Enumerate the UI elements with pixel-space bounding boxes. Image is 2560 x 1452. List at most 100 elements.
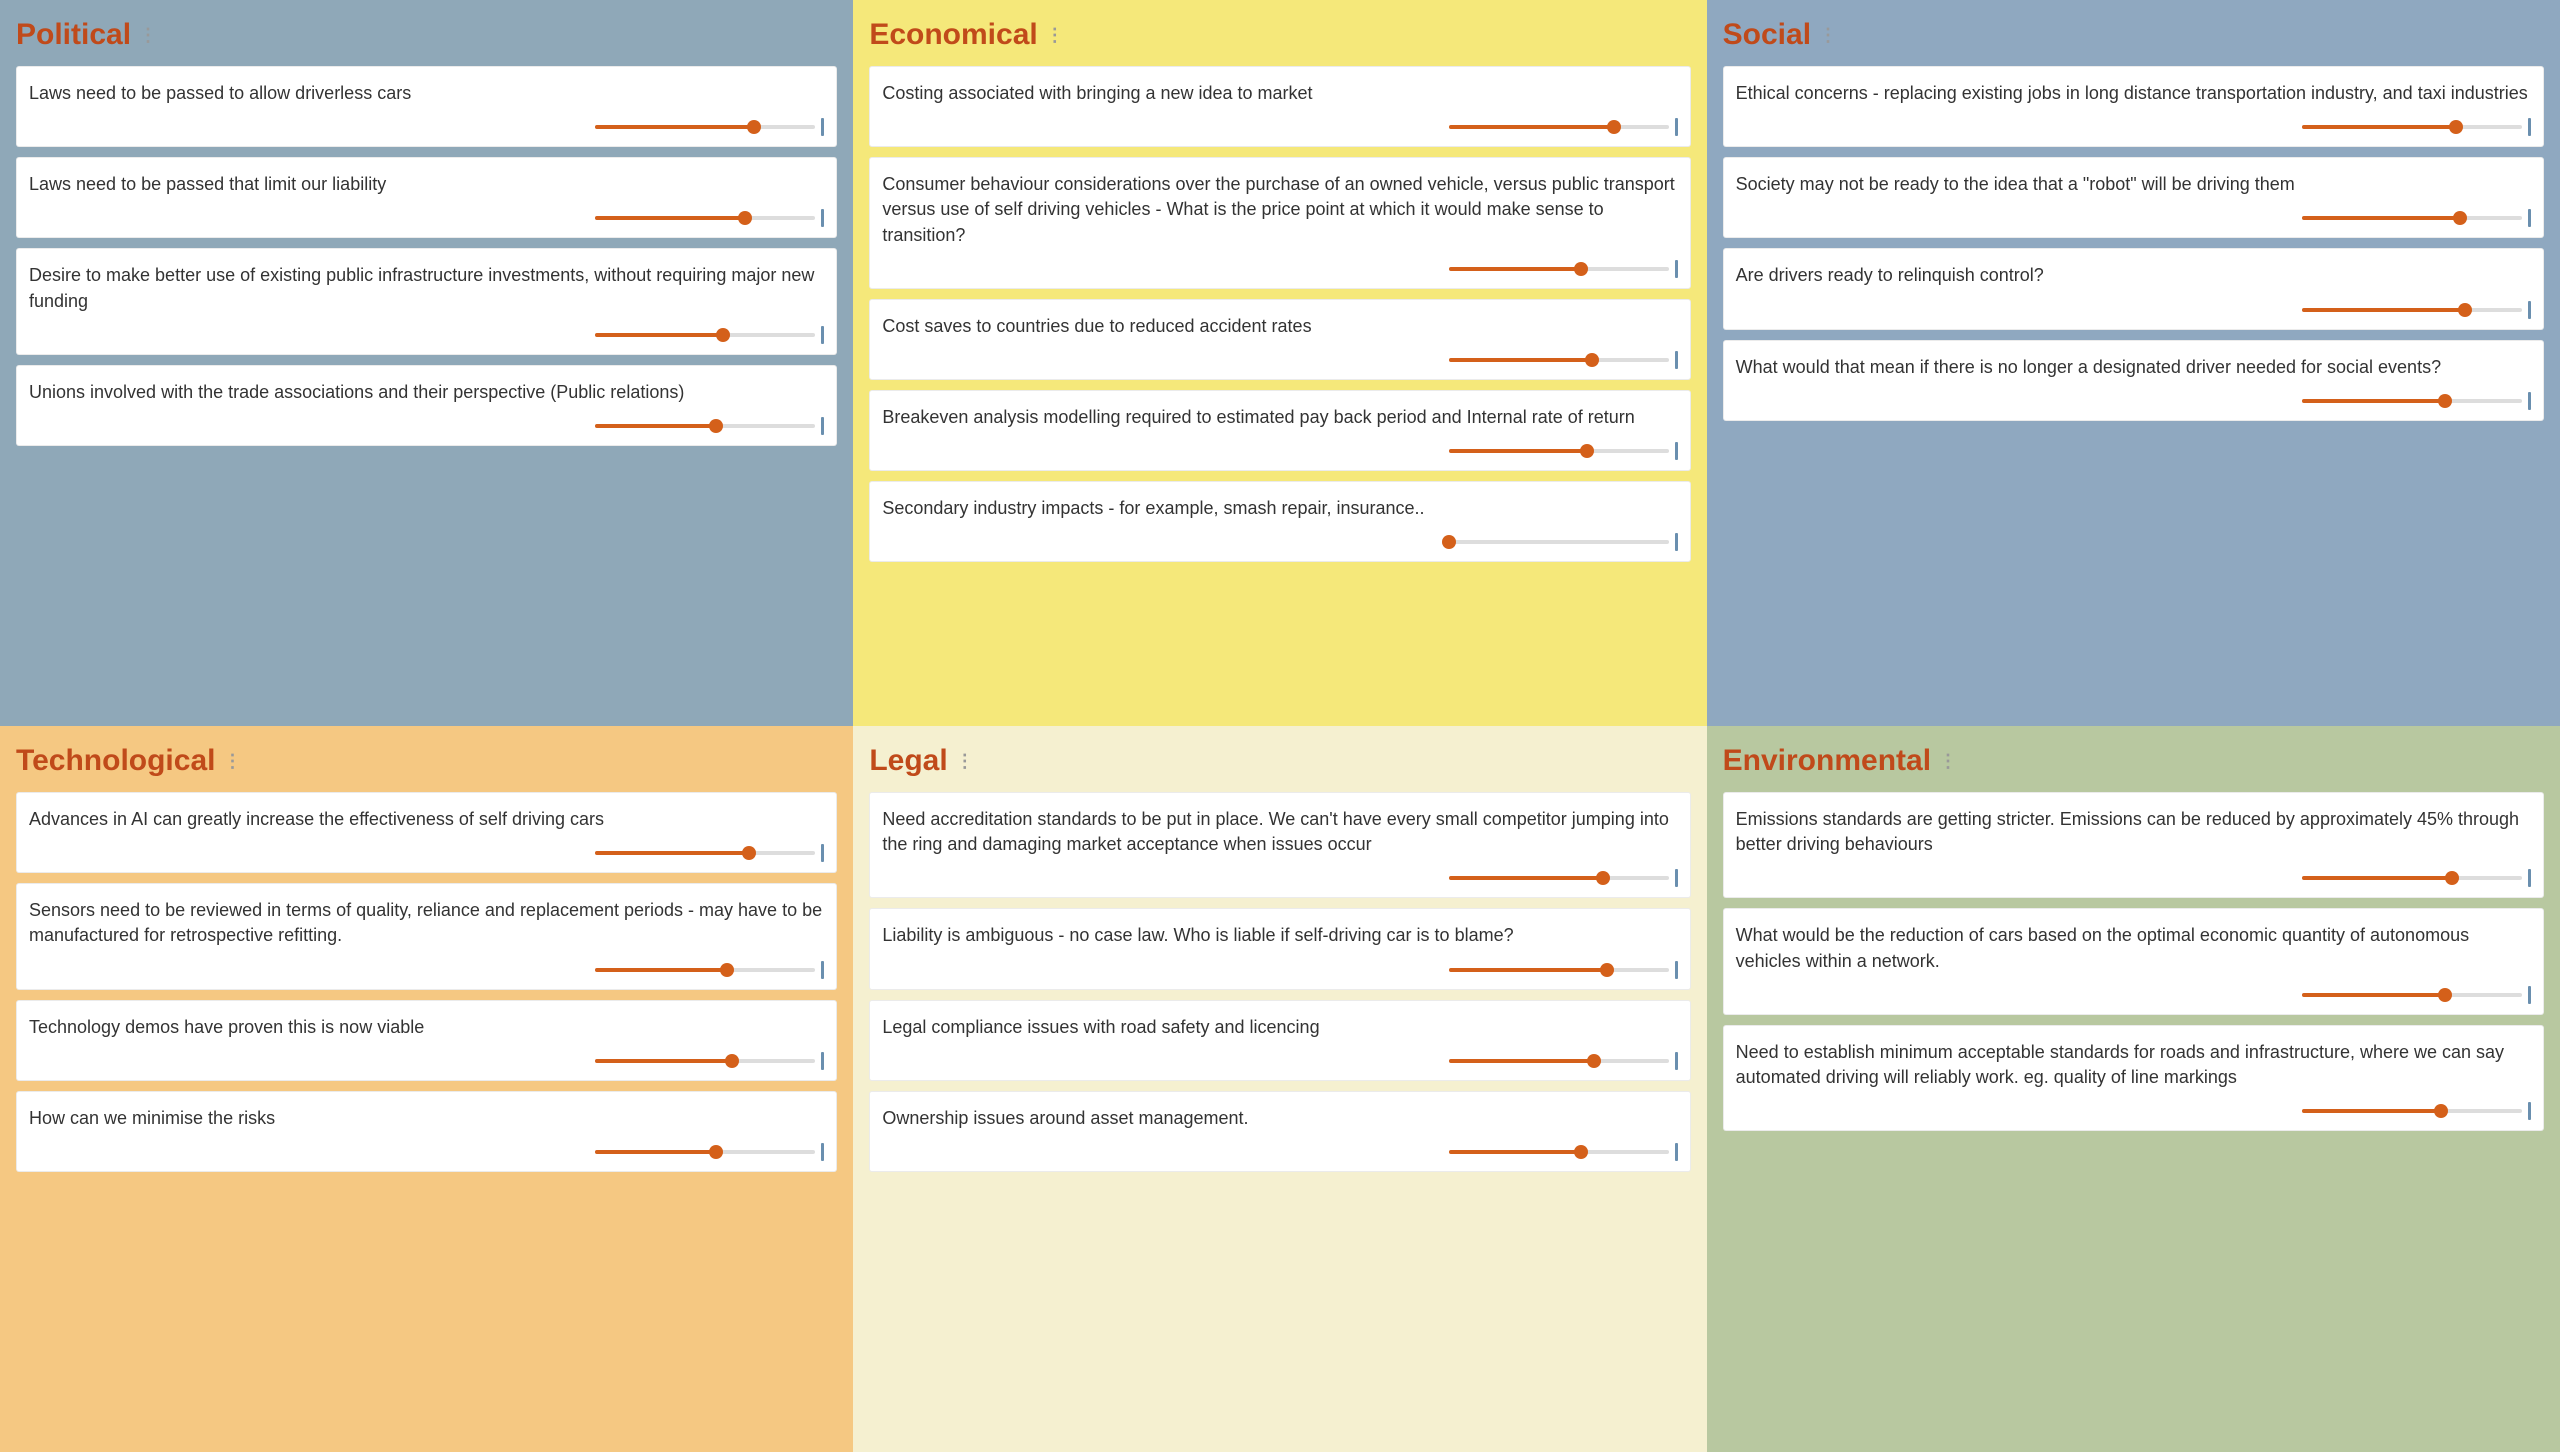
card-slider[interactable] — [29, 1052, 824, 1070]
drag-icon-economical[interactable]: ⋮ — [1046, 25, 1064, 46]
drag-icon-environmental[interactable]: ⋮ — [1939, 751, 1957, 772]
slider-handle[interactable] — [1600, 963, 1614, 977]
card-slider[interactable] — [882, 1052, 1677, 1070]
card-slider[interactable] — [1736, 1102, 2531, 1120]
slider-handle[interactable] — [2449, 120, 2463, 134]
pestle-grid: Political⋮Laws need to be passed to allo… — [0, 0, 2560, 1452]
drag-icon-social[interactable]: ⋮ — [1819, 25, 1837, 46]
drag-icon-legal[interactable]: ⋮ — [956, 751, 974, 772]
slider-track[interactable] — [595, 424, 815, 428]
slider-track[interactable] — [1449, 358, 1669, 362]
header-label-environmental: Environmental — [1723, 744, 1931, 778]
header-economical: Economical⋮ — [869, 18, 1690, 52]
slider-handle[interactable] — [1442, 535, 1456, 549]
slider-track[interactable] — [595, 968, 815, 972]
slider-track[interactable] — [595, 216, 815, 220]
card-slider[interactable] — [29, 961, 824, 979]
slider-track[interactable] — [1449, 968, 1669, 972]
slider-handle[interactable] — [742, 846, 756, 860]
slider-handle[interactable] — [2438, 394, 2452, 408]
card-slider[interactable] — [882, 533, 1677, 551]
slider-track[interactable] — [2302, 993, 2522, 997]
slider-handle[interactable] — [2445, 871, 2459, 885]
card-slider[interactable] — [882, 869, 1677, 887]
card-text: Sensors need to be reviewed in terms of … — [29, 898, 824, 948]
slider-handle[interactable] — [1580, 444, 1594, 458]
slider-handle[interactable] — [2434, 1104, 2448, 1118]
slider-handle[interactable] — [725, 1054, 739, 1068]
card-slider[interactable] — [1736, 392, 2531, 410]
card-slider[interactable] — [1736, 301, 2531, 319]
slider-track[interactable] — [1449, 540, 1669, 544]
card-slider[interactable] — [882, 442, 1677, 460]
slider-end-marker — [2528, 301, 2531, 319]
slider-track[interactable] — [595, 851, 815, 855]
list-item: What would be the reduction of cars base… — [1723, 908, 2544, 1014]
slider-track[interactable] — [2302, 216, 2522, 220]
card-slider[interactable] — [1736, 118, 2531, 136]
slider-fill — [1449, 449, 1588, 453]
card-slider[interactable] — [882, 118, 1677, 136]
card-slider[interactable] — [29, 326, 824, 344]
slider-fill — [595, 968, 727, 972]
list-item: Are drivers ready to relinquish control? — [1723, 248, 2544, 329]
card-slider[interactable] — [882, 961, 1677, 979]
slider-track[interactable] — [1449, 449, 1669, 453]
slider-handle[interactable] — [1587, 1054, 1601, 1068]
card-slider[interactable] — [29, 1143, 824, 1161]
slider-track[interactable] — [1449, 1059, 1669, 1063]
card-slider[interactable] — [1736, 209, 2531, 227]
slider-track[interactable] — [2302, 125, 2522, 129]
slider-track[interactable] — [595, 1150, 815, 1154]
card-slider[interactable] — [29, 118, 824, 136]
slider-handle[interactable] — [709, 1145, 723, 1159]
column-social: Social⋮Ethical concerns - replacing exis… — [1707, 0, 2560, 726]
slider-track[interactable] — [2302, 399, 2522, 403]
slider-track[interactable] — [1449, 125, 1669, 129]
card-slider[interactable] — [1736, 869, 2531, 887]
slider-handle[interactable] — [738, 211, 752, 225]
slider-track[interactable] — [1449, 876, 1669, 880]
slider-track[interactable] — [595, 1059, 815, 1063]
slider-track[interactable] — [2302, 1109, 2522, 1113]
slider-track[interactable] — [2302, 876, 2522, 880]
slider-track[interactable] — [595, 333, 815, 337]
list-item: Costing associated with bringing a new i… — [869, 66, 1690, 147]
card-text: Technology demos have proven this is now… — [29, 1015, 824, 1040]
slider-end-marker — [2528, 118, 2531, 136]
slider-end-marker — [2528, 209, 2531, 227]
column-economical: Economical⋮ Costing associated with bring… — [853, 0, 1706, 726]
drag-icon-technological[interactable]: ⋮ — [223, 751, 241, 772]
slider-handle[interactable] — [709, 419, 723, 433]
header-label-political: Political — [16, 18, 131, 52]
list-item: Need to establish minimum acceptable sta… — [1723, 1025, 2544, 1131]
slider-handle[interactable] — [2438, 988, 2452, 1002]
slider-handle[interactable] — [1585, 353, 1599, 367]
slider-end-marker — [821, 1143, 824, 1161]
card-slider[interactable] — [1736, 986, 2531, 1004]
slider-track[interactable] — [2302, 308, 2522, 312]
list-item: Desire to make better use of existing pu… — [16, 248, 837, 354]
card-slider[interactable] — [882, 260, 1677, 278]
slider-handle[interactable] — [747, 120, 761, 134]
slider-track[interactable] — [1449, 1150, 1669, 1154]
list-item: Unions involved with the trade associati… — [16, 365, 837, 446]
card-slider[interactable] — [29, 209, 824, 227]
slider-handle[interactable] — [1574, 262, 1588, 276]
slider-end-marker — [821, 118, 824, 136]
slider-handle[interactable] — [2458, 303, 2472, 317]
slider-handle[interactable] — [1596, 871, 1610, 885]
slider-handle[interactable] — [716, 328, 730, 342]
slider-handle[interactable] — [720, 963, 734, 977]
slider-handle[interactable] — [1607, 120, 1621, 134]
card-slider[interactable] — [882, 1143, 1677, 1161]
slider-track[interactable] — [595, 125, 815, 129]
drag-icon-political[interactable]: ⋮ — [139, 25, 157, 46]
slider-track[interactable] — [1449, 267, 1669, 271]
slider-handle[interactable] — [2453, 211, 2467, 225]
slider-handle[interactable] — [1574, 1145, 1588, 1159]
card-slider[interactable] — [29, 417, 824, 435]
slider-fill — [595, 1150, 716, 1154]
card-slider[interactable] — [882, 351, 1677, 369]
card-slider[interactable] — [29, 844, 824, 862]
